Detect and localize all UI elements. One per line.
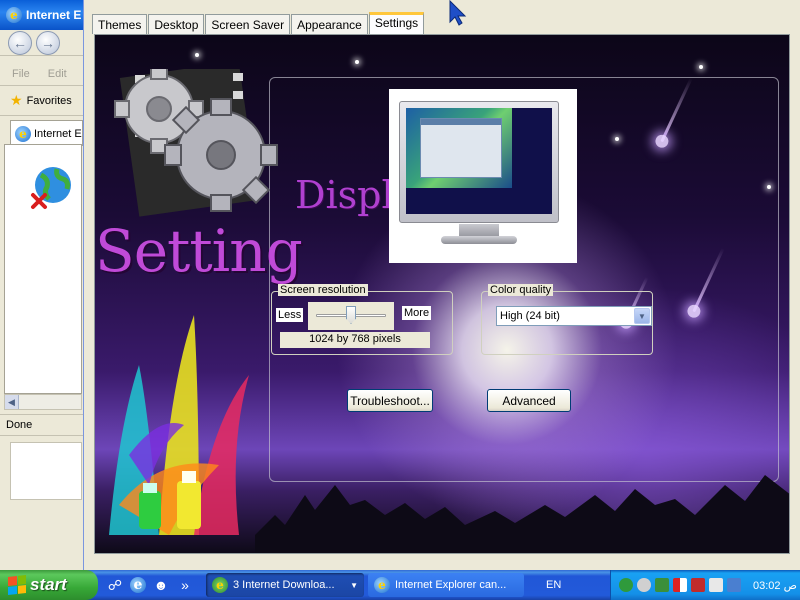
ie-nav-bar: ← → [0,30,83,56]
monitor-base [441,236,517,244]
tab-strip: Themes Desktop Screen Saver Appearance S… [92,10,425,35]
monitor-stand [459,224,499,236]
document-icon[interactable] [709,578,723,592]
start-button[interactable]: start [0,570,98,600]
language-indicator[interactable]: EN [546,579,586,591]
advanced-button[interactable]: Advanced [487,389,571,412]
star-decoration [699,65,703,69]
shield-icon[interactable] [673,578,687,592]
ie-horizontal-scrollbar[interactable]: ◀ [4,394,82,410]
chevron-down-icon[interactable]: ▼ [634,308,650,324]
monitor-screen [406,108,552,214]
star-decoration [195,53,199,57]
ie-title: Internet E [26,8,82,22]
taskbar-button-downloads[interactable]: e 3 Internet Downloa... ▼ [206,573,364,597]
show-desktop-icon[interactable]: ☍ [106,576,124,594]
preview-window [420,118,502,178]
quick-launch-bar: ☍ e ☻ » [98,576,202,594]
star-decoration [355,60,359,64]
messenger-icon[interactable]: ☻ [152,576,170,594]
menu-file[interactable]: File [12,68,30,80]
settings-panel: Displ Setting Screen resolution Less Mor… [94,34,790,554]
tab-desktop[interactable]: Desktop [148,14,205,34]
back-arrow-icon[interactable]: ← [8,30,32,55]
mouse-cursor-icon [449,0,467,26]
chevron-right-icon[interactable]: » [176,576,194,594]
slider-thumb[interactable] [346,306,356,324]
ie-status-bar: Done [0,414,83,436]
ie-quick-launch-icon[interactable]: e [130,577,146,593]
taskbar: start ☍ e ☻ » e 3 Internet Downloa... ▼ … [0,570,800,600]
ie-tab-label: Internet E [34,127,82,140]
ie-window[interactable]: e Internet E ← → File Edit ★ Favorites e… [0,0,84,570]
troubleshoot-button[interactable]: Troubleshoot... [347,389,433,412]
tab-appearance[interactable]: Appearance [291,14,368,34]
windows-logo-icon [8,575,26,595]
system-tray: 03:02 ص [610,570,800,600]
network-globe-icon[interactable] [619,578,633,592]
volume-icon[interactable] [637,578,651,592]
tree-icon[interactable] [655,578,669,592]
screen-resolution-legend: Screen resolution [278,284,368,296]
taskbar-button-ie[interactable]: e Internet Explorer can... [368,573,524,597]
page-error-globe-icon [31,167,71,209]
monitor-preview [389,89,577,263]
tab-themes[interactable]: Themes [92,14,148,34]
forward-arrow-icon[interactable]: → [36,30,60,55]
less-label: Less [276,308,304,322]
star-icon: ★ [10,92,23,108]
monitor-bezel [399,101,559,223]
ie-task-icon: e [374,577,390,593]
connection-icon[interactable] [727,578,741,592]
screen-resolution-group: Screen resolution Less More 1024 by 768 … [271,284,453,355]
ie-logo-icon: e [6,7,22,23]
download-globe-icon: e [212,577,228,593]
resolution-slider[interactable] [308,302,394,330]
resolution-value: 1024 by 768 pixels [280,332,430,348]
color-quality-group: Color quality High (24 bit) ▼ [481,284,653,355]
scroll-left-arrow-icon[interactable]: ◀ [5,395,19,409]
ie-tab[interactable]: e Internet E [10,120,83,146]
ie-titlebar[interactable]: e Internet E [0,0,83,30]
menu-edit[interactable]: Edit [48,68,67,80]
setting-wallpaper-text: Setting [95,217,303,285]
favorites-label: Favorites [26,94,72,107]
ie-lower-pane [10,442,82,500]
task-label: Internet Explorer can... [395,579,507,591]
chevron-down-icon[interactable]: ▼ [350,581,358,590]
start-label: start [30,575,67,594]
task-label: 3 Internet Downloa... [233,579,335,591]
tab-screen-saver[interactable]: Screen Saver [205,14,291,34]
display-properties-dialog: Themes Desktop Screen Saver Appearance S… [84,0,800,570]
treeline-decoration [255,475,789,553]
ie-menu-bar: File Edit [0,62,83,86]
color-quality-legend: Color quality [488,284,554,296]
preview-desktop [406,108,512,188]
color-quality-value: High (24 bit) [500,310,560,322]
paint-splash-artwork-icon [109,315,249,535]
status-text: Done [6,419,33,431]
ie-content-area [4,144,82,394]
tab-settings[interactable]: Settings [368,12,425,35]
gear-artwork-icon [114,69,278,217]
color-quality-select[interactable]: High (24 bit) ▼ [496,306,652,326]
display-wallpaper-text: Displ [295,173,394,217]
clock[interactable]: 03:02 ص [753,579,797,592]
more-label: More [402,306,432,320]
antivirus-icon[interactable] [691,578,705,592]
ie-tab-logo-icon: e [15,125,31,142]
favorites-button[interactable]: ★ Favorites [0,86,83,116]
